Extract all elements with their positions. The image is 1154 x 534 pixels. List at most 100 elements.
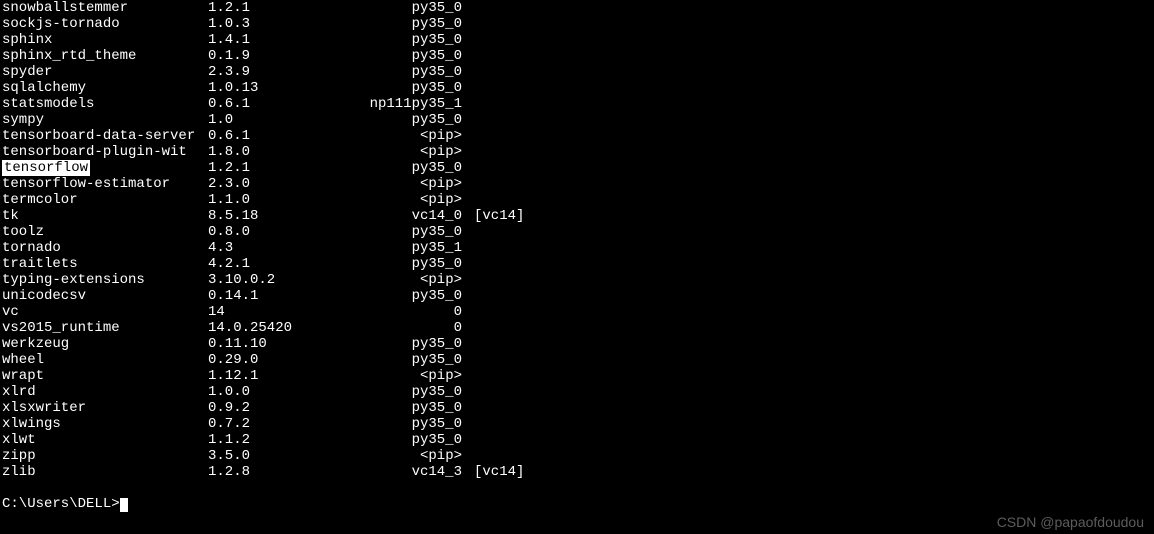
package-version: 1.2.1 bbox=[208, 0, 362, 16]
package-build: py35_0 bbox=[362, 336, 462, 352]
package-version: 1.1.2 bbox=[208, 432, 362, 448]
package-name: typing-extensions bbox=[0, 272, 208, 288]
package-name: toolz bbox=[0, 224, 208, 240]
package-channel bbox=[462, 272, 474, 288]
package-version: 0.1.9 bbox=[208, 48, 362, 64]
package-channel bbox=[462, 304, 474, 320]
package-name: termcolor bbox=[0, 192, 208, 208]
package-version: 3.10.0.2 bbox=[208, 272, 362, 288]
package-channel bbox=[462, 96, 474, 112]
package-row: xlsxwriter0.9.2py35_0 bbox=[0, 400, 1154, 416]
package-name: sphinx bbox=[0, 32, 208, 48]
prompt-text: C:\Users\DELL> bbox=[2, 496, 120, 512]
package-row: unicodecsv0.14.1py35_0 bbox=[0, 288, 1154, 304]
package-build: np111py35_1 bbox=[362, 96, 462, 112]
package-row: sphinx_rtd_theme0.1.9py35_0 bbox=[0, 48, 1154, 64]
package-build: py35_0 bbox=[362, 352, 462, 368]
package-channel bbox=[462, 400, 474, 416]
package-channel bbox=[462, 160, 474, 176]
package-build: <pip> bbox=[362, 128, 462, 144]
package-name: xlrd bbox=[0, 384, 208, 400]
package-row: tornado4.3py35_1 bbox=[0, 240, 1154, 256]
package-row: tensorflow1.2.1py35_0 bbox=[0, 160, 1154, 176]
package-channel bbox=[462, 224, 474, 240]
package-name: xlsxwriter bbox=[0, 400, 208, 416]
package-build: 0 bbox=[362, 304, 462, 320]
package-name: zlib bbox=[0, 464, 208, 480]
package-channel bbox=[462, 48, 474, 64]
package-channel bbox=[462, 448, 474, 464]
package-row: statsmodels0.6.1np111py35_1 bbox=[0, 96, 1154, 112]
package-channel bbox=[462, 432, 474, 448]
package-build: py35_0 bbox=[362, 256, 462, 272]
package-version: 1.0.13 bbox=[208, 80, 362, 96]
package-row: werkzeug0.11.10py35_0 bbox=[0, 336, 1154, 352]
package-build: py35_0 bbox=[362, 384, 462, 400]
package-name: spyder bbox=[0, 64, 208, 80]
package-row: tk8.5.18vc14_0[vc14] bbox=[0, 208, 1154, 224]
package-channel bbox=[462, 256, 474, 272]
package-name: xlwt bbox=[0, 432, 208, 448]
package-channel bbox=[462, 336, 474, 352]
package-version: 0.6.1 bbox=[208, 96, 362, 112]
package-version: 1.4.1 bbox=[208, 32, 362, 48]
package-version: 0.14.1 bbox=[208, 288, 362, 304]
package-name: xlwings bbox=[0, 416, 208, 432]
package-channel bbox=[462, 384, 474, 400]
package-version: 1.2.1 bbox=[208, 160, 362, 176]
package-list: snowballstemmer1.2.1py35_0sockjs-tornado… bbox=[0, 0, 1154, 480]
package-row: traitlets4.2.1py35_0 bbox=[0, 256, 1154, 272]
package-build: 0 bbox=[362, 320, 462, 336]
package-version: 1.12.1 bbox=[208, 368, 362, 384]
package-version: 1.1.0 bbox=[208, 192, 362, 208]
package-row: zlib1.2.8vc14_3[vc14] bbox=[0, 464, 1154, 480]
package-name: wheel bbox=[0, 352, 208, 368]
package-build: <pip> bbox=[362, 144, 462, 160]
package-row: spyder2.3.9py35_0 bbox=[0, 64, 1154, 80]
package-channel bbox=[462, 128, 474, 144]
package-build: py35_0 bbox=[362, 80, 462, 96]
package-build: <pip> bbox=[362, 368, 462, 384]
package-build: py35_1 bbox=[362, 240, 462, 256]
package-version: 1.0.3 bbox=[208, 16, 362, 32]
highlighted-text: tensorflow bbox=[2, 160, 90, 176]
package-name: wrapt bbox=[0, 368, 208, 384]
package-row: sphinx1.4.1py35_0 bbox=[0, 32, 1154, 48]
package-version: 2.3.9 bbox=[208, 64, 362, 80]
package-version: 0.29.0 bbox=[208, 352, 362, 368]
command-prompt[interactable]: C:\Users\DELL> bbox=[0, 496, 1154, 512]
package-row: toolz0.8.0py35_0 bbox=[0, 224, 1154, 240]
package-version: 1.2.8 bbox=[208, 464, 362, 480]
package-channel bbox=[462, 368, 474, 384]
package-build: py35_0 bbox=[362, 416, 462, 432]
package-row: tensorflow-estimator2.3.0<pip> bbox=[0, 176, 1154, 192]
package-build: py35_0 bbox=[362, 112, 462, 128]
package-name: snowballstemmer bbox=[0, 0, 208, 16]
package-channel bbox=[462, 16, 474, 32]
package-channel bbox=[462, 0, 474, 16]
package-version: 14 bbox=[208, 304, 362, 320]
package-build: py35_0 bbox=[362, 16, 462, 32]
package-name: sockjs-tornado bbox=[0, 16, 208, 32]
watermark: CSDN @papaofdoudou bbox=[997, 514, 1144, 530]
package-row: vc140 bbox=[0, 304, 1154, 320]
package-channel bbox=[462, 64, 474, 80]
package-build: vc14_0 bbox=[362, 208, 462, 224]
package-row: sqlalchemy1.0.13py35_0 bbox=[0, 80, 1154, 96]
package-row: snowballstemmer1.2.1py35_0 bbox=[0, 0, 1154, 16]
cursor bbox=[120, 498, 128, 512]
package-channel bbox=[462, 144, 474, 160]
package-channel: [vc14] bbox=[462, 208, 524, 224]
package-name: unicodecsv bbox=[0, 288, 208, 304]
package-name: sphinx_rtd_theme bbox=[0, 48, 208, 64]
package-name: tensorboard-plugin-wit bbox=[0, 144, 208, 160]
package-name: statsmodels bbox=[0, 96, 208, 112]
terminal-output: snowballstemmer1.2.1py35_0sockjs-tornado… bbox=[0, 0, 1154, 512]
package-channel bbox=[462, 80, 474, 96]
package-channel bbox=[462, 176, 474, 192]
package-name: sympy bbox=[0, 112, 208, 128]
package-row: zipp3.5.0<pip> bbox=[0, 448, 1154, 464]
package-build: py35_0 bbox=[362, 48, 462, 64]
package-channel bbox=[462, 320, 474, 336]
package-version: 0.9.2 bbox=[208, 400, 362, 416]
